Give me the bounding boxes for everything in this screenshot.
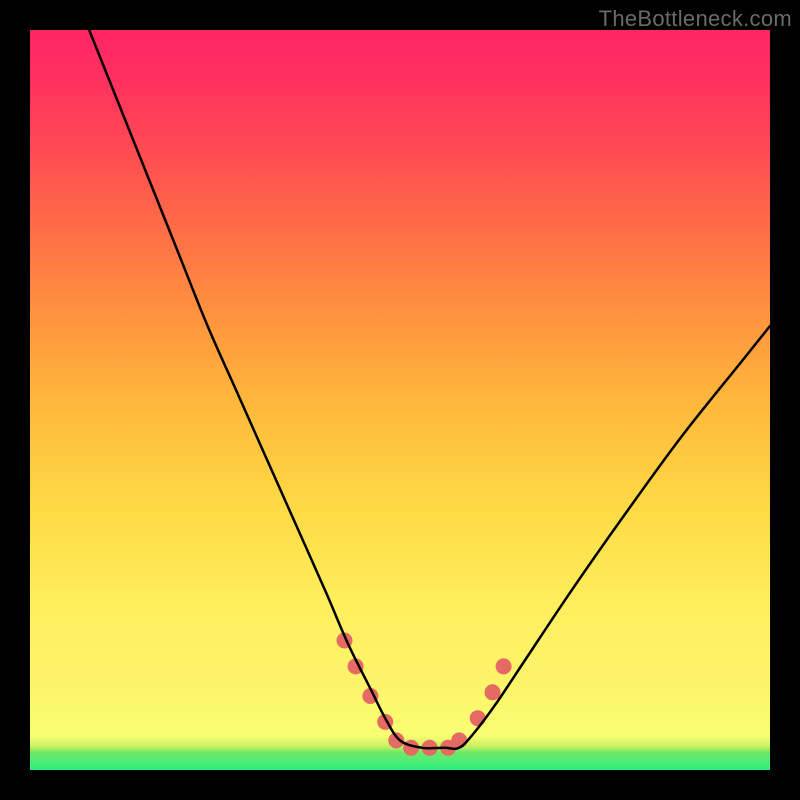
highlight-dot [496,658,512,674]
highlight-dot [470,710,486,726]
chart-root: TheBottleneck.com [0,0,800,800]
highlight-dot [485,684,501,700]
markers-group [337,633,512,756]
watermark-text: TheBottleneck.com [599,6,792,32]
highlight-dot [451,732,467,748]
curve-line [89,30,770,749]
chart-gradient-bg [30,30,770,770]
chart-svg [30,30,770,770]
